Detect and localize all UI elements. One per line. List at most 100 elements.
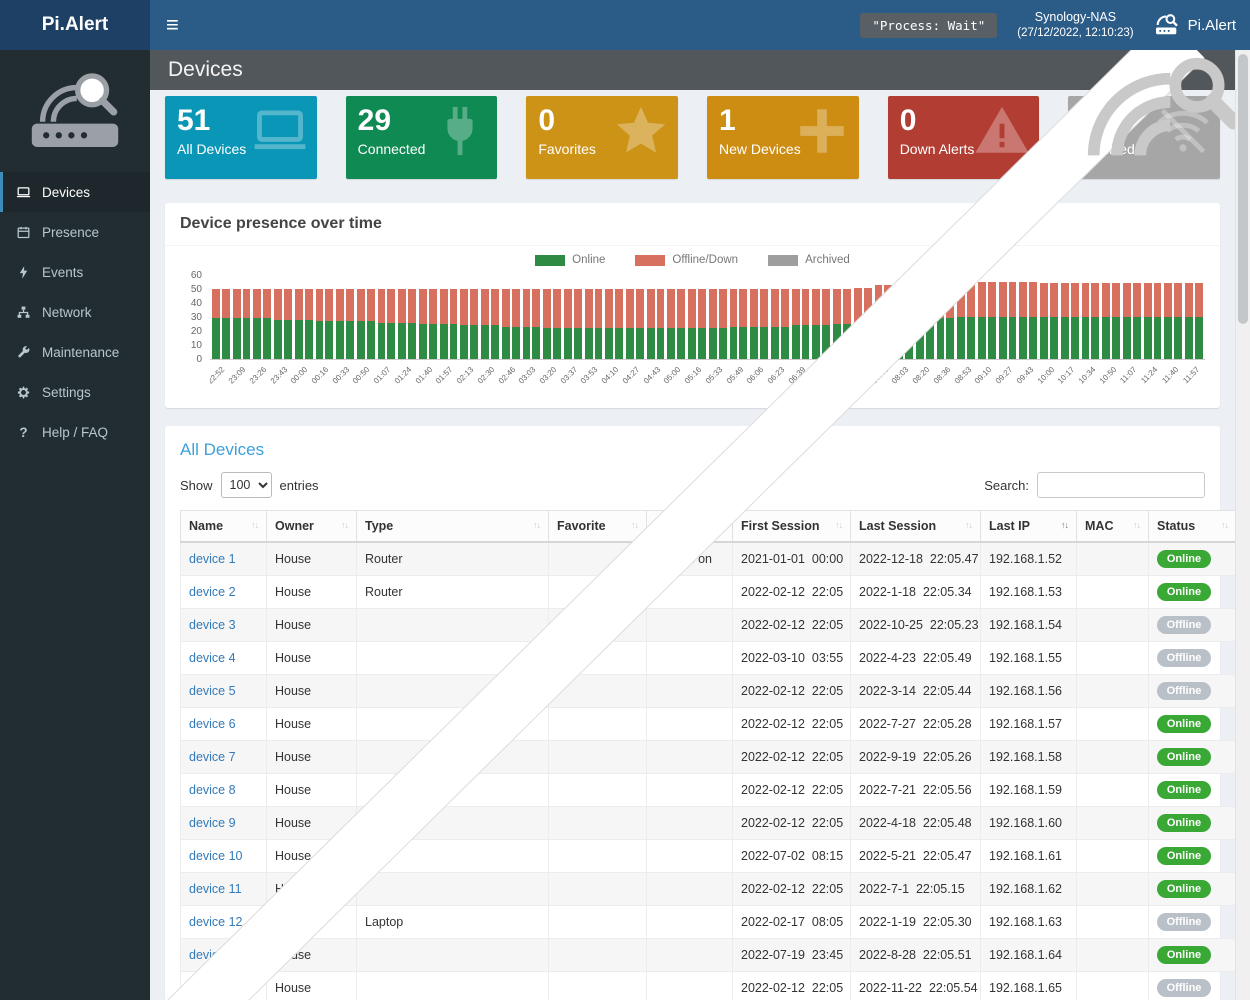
cell-favorite <box>549 774 647 807</box>
column-header-owner[interactable]: ↑↓Owner <box>267 511 357 543</box>
sidebar-item-settings[interactable]: Settings <box>0 372 150 412</box>
column-header-favorite[interactable]: ↑↓Favorite <box>549 511 647 543</box>
table-row[interactable]: device 2HouseRouter2022-02-12 22:052022-… <box>181 576 1237 609</box>
table-row[interactable]: device 8House2022-02-12 22:052022-7-21 2… <box>181 774 1237 807</box>
card-favorites[interactable]: 0 Favorites <box>526 96 678 179</box>
column-header-name[interactable]: ↑↓Name <box>181 511 267 543</box>
scrollbar-thumb[interactable] <box>1238 54 1248 324</box>
cell-owner: House <box>267 609 357 642</box>
sidebar-toggle-button[interactable]: ≡ <box>150 0 195 50</box>
stacked-bar <box>937 282 945 359</box>
status-badge: Online <box>1157 715 1211 733</box>
pialert-router-logo-icon <box>19 66 131 156</box>
stacked-bar <box>233 289 241 359</box>
all-devices-panel: All Devices Show 100 entries Search: ↑↓N… <box>165 426 1220 1000</box>
table-row[interactable]: device 1HouseRouterAlways on2021-01-01 0… <box>181 542 1237 576</box>
stacked-bar <box>1133 283 1141 359</box>
sidebar-item-devices[interactable]: Devices <box>0 172 150 212</box>
bar-segment-online <box>305 320 313 359</box>
cell-favorite <box>549 675 647 708</box>
sidebar-item-help[interactable]: ? Help / FAQ <box>0 412 150 452</box>
stacked-bar <box>1071 283 1079 359</box>
bar-segment-offline <box>698 289 706 328</box>
bar-segment-offline <box>657 289 665 328</box>
column-header-status[interactable]: ↑↓Status <box>1149 511 1237 543</box>
column-header-mac[interactable]: ↑↓MAC <box>1077 511 1149 543</box>
column-header-last-session[interactable]: ↑↓Last Session <box>851 511 981 543</box>
legend-swatch <box>768 255 798 266</box>
cell-group <box>647 708 733 741</box>
cell-mac <box>1077 774 1149 807</box>
table-row[interactable]: device 7House2022-02-12 22:052022-9-19 2… <box>181 741 1237 774</box>
legend-label: Online <box>572 254 605 266</box>
bar-group <box>440 289 458 359</box>
sidebar-item-presence[interactable]: Presence <box>0 212 150 252</box>
gear-icon <box>15 384 32 400</box>
sidebar-item-network[interactable]: Network <box>0 292 150 332</box>
table-row[interactable]: device 13House2022-07-19 23:452022-8-28 … <box>181 939 1237 972</box>
device-link[interactable]: device 3 <box>189 618 236 632</box>
table-row[interactable]: device 14House2022-02-12 22:052022-11-22… <box>181 972 1237 1000</box>
table-row[interactable]: device 6House2022-02-12 22:052022-7-27 2… <box>181 708 1237 741</box>
bar-group <box>750 289 768 359</box>
stacked-bar <box>730 289 738 359</box>
cell-mac <box>1077 542 1149 576</box>
device-link[interactable]: device 8 <box>189 783 236 797</box>
bar-segment-offline <box>760 289 768 327</box>
cell-first-session: 2022-03-10 03:55 <box>733 642 851 675</box>
bar-segment-offline <box>1185 283 1193 317</box>
device-link[interactable]: device 9 <box>189 816 236 830</box>
bar-segment-offline <box>357 289 365 321</box>
bar-segment-offline <box>398 289 406 323</box>
stacked-bar <box>719 289 727 359</box>
device-link[interactable]: device 6 <box>189 717 236 731</box>
bar-group <box>295 289 313 359</box>
card-connected[interactable]: 29 Connected <box>346 96 498 179</box>
table-row[interactable]: device 10House2022-07-02 08:152022-5-21 … <box>181 840 1237 873</box>
column-header-last-ip[interactable]: ↑↓Last IP <box>981 511 1077 543</box>
summary-cards: 51 All Devices 29 Connected 0 Favorites … <box>165 96 1220 179</box>
table-row[interactable]: device 4House2022-03-10 03:552022-4-23 2… <box>181 642 1237 675</box>
status-badge: Online <box>1157 748 1211 766</box>
device-link[interactable]: device 1 <box>189 552 236 566</box>
app-logo[interactable]: Pi.Alert <box>0 0 150 50</box>
plus-icon <box>793 102 851 160</box>
device-link[interactable]: device 5 <box>189 684 236 698</box>
table-header-row: ↑↓Name↑↓Owner↑↓Type↑↓Favorite↑↓Group↑↓Fi… <box>181 511 1237 543</box>
sidebar-item-maintenance[interactable]: Maintenance <box>0 332 150 372</box>
bar-segment-offline <box>1195 283 1203 317</box>
device-link[interactable]: device 2 <box>189 585 236 599</box>
bar-segment-online <box>1061 317 1069 359</box>
device-link[interactable]: device 12 <box>189 915 243 929</box>
column-header-type[interactable]: ↑↓Type <box>357 511 549 543</box>
sidebar-item-events[interactable]: Events <box>0 252 150 292</box>
card-archived[interactable]: 0 Archived <box>1068 96 1220 179</box>
device-link[interactable]: device 7 <box>189 750 236 764</box>
device-link[interactable]: device 13 <box>189 948 243 962</box>
table-row[interactable]: device 3House2022-02-12 22:052022-10-25 … <box>181 609 1237 642</box>
search-input[interactable] <box>1037 472 1205 498</box>
card-down-alerts[interactable]: 0 Down Alerts <box>888 96 1040 179</box>
cell-status: Online <box>1149 939 1237 972</box>
table-row[interactable]: device 11House2022-02-12 22:052022-7-1 2… <box>181 873 1237 906</box>
entries-select[interactable]: 100 <box>221 472 272 498</box>
device-link[interactable]: device 10 <box>189 849 243 863</box>
navbar-app-brand[interactable]: Pi.Alert <box>1154 14 1236 36</box>
table-row[interactable]: device 5House2022-02-12 22:052022-3-14 2… <box>181 675 1237 708</box>
bar-segment-online <box>999 317 1007 359</box>
bar-segment-online <box>564 328 572 359</box>
device-link[interactable]: device 4 <box>189 651 236 665</box>
column-header-group[interactable]: ↑↓Group <box>647 511 733 543</box>
card-new-devices[interactable]: 1 New Devices <box>707 96 859 179</box>
cell-last-session: 2022-7-1 22:05.15 <box>851 873 981 906</box>
bar-segment-offline <box>1154 283 1162 317</box>
device-link[interactable]: device 14 <box>189 981 243 995</box>
table-row[interactable]: device 12HouseLaptop2022-02-17 08:052022… <box>181 906 1237 939</box>
bar-segment-online <box>1029 317 1037 359</box>
stacked-bar <box>419 289 427 359</box>
column-header-first-session[interactable]: ↑↓First Session <box>733 511 851 543</box>
cell-favorite <box>549 542 647 576</box>
device-link[interactable]: device 11 <box>189 882 242 896</box>
table-row[interactable]: device 9House2022-02-12 22:052022-4-18 2… <box>181 807 1237 840</box>
card-all-devices[interactable]: 51 All Devices <box>165 96 317 179</box>
